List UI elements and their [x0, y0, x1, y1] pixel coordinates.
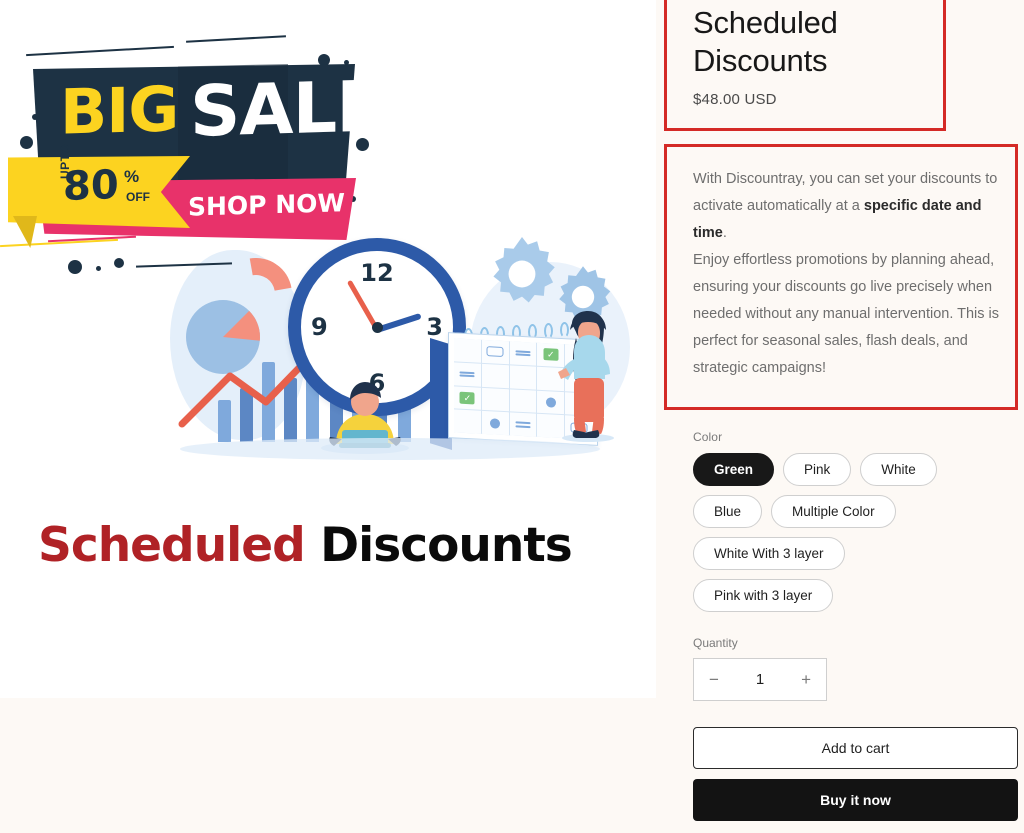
product-description: With Discountray, you can set your disco… [693, 166, 1013, 382]
big-sale-banner: BIG SALE UPTO 80 % OFF SHOP NOW > [0, 35, 388, 274]
color-swatch-row: Pink with 3 layer [693, 579, 1023, 612]
headline-word-discounts: Discounts [320, 518, 573, 573]
banner-cta-text: SHOP NOW > [188, 187, 375, 222]
description-part-3: Enjoy effortless promotions by planning … [693, 251, 1000, 376]
color-option-green[interactable]: Green [693, 453, 775, 486]
calendar-event-lines [515, 420, 531, 429]
page-title: Scheduled Discounts [693, 5, 838, 78]
banner-big-text: BIG [60, 72, 179, 149]
clock-hour-hand [376, 312, 422, 333]
calendar-cell [509, 412, 537, 437]
buy-it-now-button[interactable]: Buy it now [693, 779, 1018, 821]
quantity-label: Quantity [693, 636, 738, 650]
banner-off-text: OFF [126, 190, 150, 204]
color-option-white-with-3-layer[interactable]: White With 3 layer [693, 537, 845, 570]
calendar-cell [509, 341, 537, 366]
calendar-cell [481, 387, 509, 412]
quantity-decrease-icon[interactable]: − [709, 670, 719, 690]
calendar-event-lines [459, 370, 475, 379]
color-swatch-row: Blue Multiple Color [693, 495, 1023, 528]
headline-word-scheduled: Scheduled [38, 518, 306, 573]
calendar-cell [481, 339, 509, 364]
decorative-dot [114, 258, 124, 268]
color-swatch-row: Green Pink White [693, 453, 1023, 486]
calendar-cell [509, 388, 537, 413]
description-part-2: . [722, 224, 727, 241]
calendar-event-lines [515, 349, 531, 358]
add-to-cart-button[interactable]: Add to cart [693, 727, 1018, 769]
product-price: $48.00 USD [693, 90, 777, 108]
calendar-cell [454, 362, 481, 387]
calendar-cell [454, 409, 481, 434]
product-image-gallery[interactable]: BIG SALE UPTO 80 % OFF SHOP NOW > 12 3 6… [0, 0, 656, 698]
decorative-dot [318, 54, 330, 66]
calendar-cell [509, 365, 537, 390]
banner-discount-value: 80 [63, 162, 119, 210]
color-option-pink[interactable]: Pink [783, 453, 852, 486]
quantity-stepper[interactable]: − 1 + [693, 658, 827, 701]
quantity-input[interactable]: 1 [756, 671, 764, 688]
product-title-block: Scheduled Discounts $48.00 USD [693, 4, 943, 108]
quantity-section: Quantity − 1 + [693, 636, 1023, 701]
banner-sale-text: SALE [190, 65, 384, 153]
decorative-dot [96, 266, 101, 271]
decorative-line [26, 45, 174, 56]
color-option-blue[interactable]: Blue [693, 495, 763, 528]
calendar-event-dot [490, 417, 501, 429]
floor-shadow [180, 438, 600, 460]
calendar-cell [481, 363, 509, 388]
color-swatch-row: White With 3 layer [693, 537, 1023, 570]
clock-number-12: 12 [360, 259, 394, 287]
calendar-check-icon: ✓ [459, 391, 475, 405]
product-image-headline: Scheduled Discounts [38, 518, 618, 573]
clock-number-9: 9 [311, 313, 328, 341]
color-option-pink-with-3-layer[interactable]: Pink with 3 layer [693, 579, 834, 612]
calendar-event-rect [486, 346, 504, 358]
product-illustration: BIG SALE UPTO 80 % OFF SHOP NOW > 12 3 6… [0, 0, 656, 698]
calendar-cell [454, 338, 481, 363]
color-option-white[interactable]: White [860, 453, 937, 486]
calendar-cell: ✓ [454, 385, 481, 411]
decorative-line [135, 262, 233, 268]
purchase-actions: Add to cart Buy it now [693, 727, 1018, 821]
decorative-dot [20, 136, 33, 149]
decorative-line [186, 35, 286, 43]
banner-percent-sign: % [124, 167, 140, 186]
decorative-dot [68, 260, 82, 274]
quantity-increase-icon[interactable]: + [801, 670, 811, 690]
product-options: Color Green Pink White Blue Multiple Col… [693, 430, 1023, 621]
color-option-multiple-color[interactable]: Multiple Color [771, 495, 896, 528]
calendar-cell [481, 411, 509, 436]
color-option-label: Color [693, 430, 723, 444]
clock-center-pin [371, 321, 383, 333]
product-info-panel: Scheduled Discounts $48.00 USD With Disc… [660, 0, 1024, 833]
person-pointing-at-calendar-illustration [552, 310, 620, 447]
